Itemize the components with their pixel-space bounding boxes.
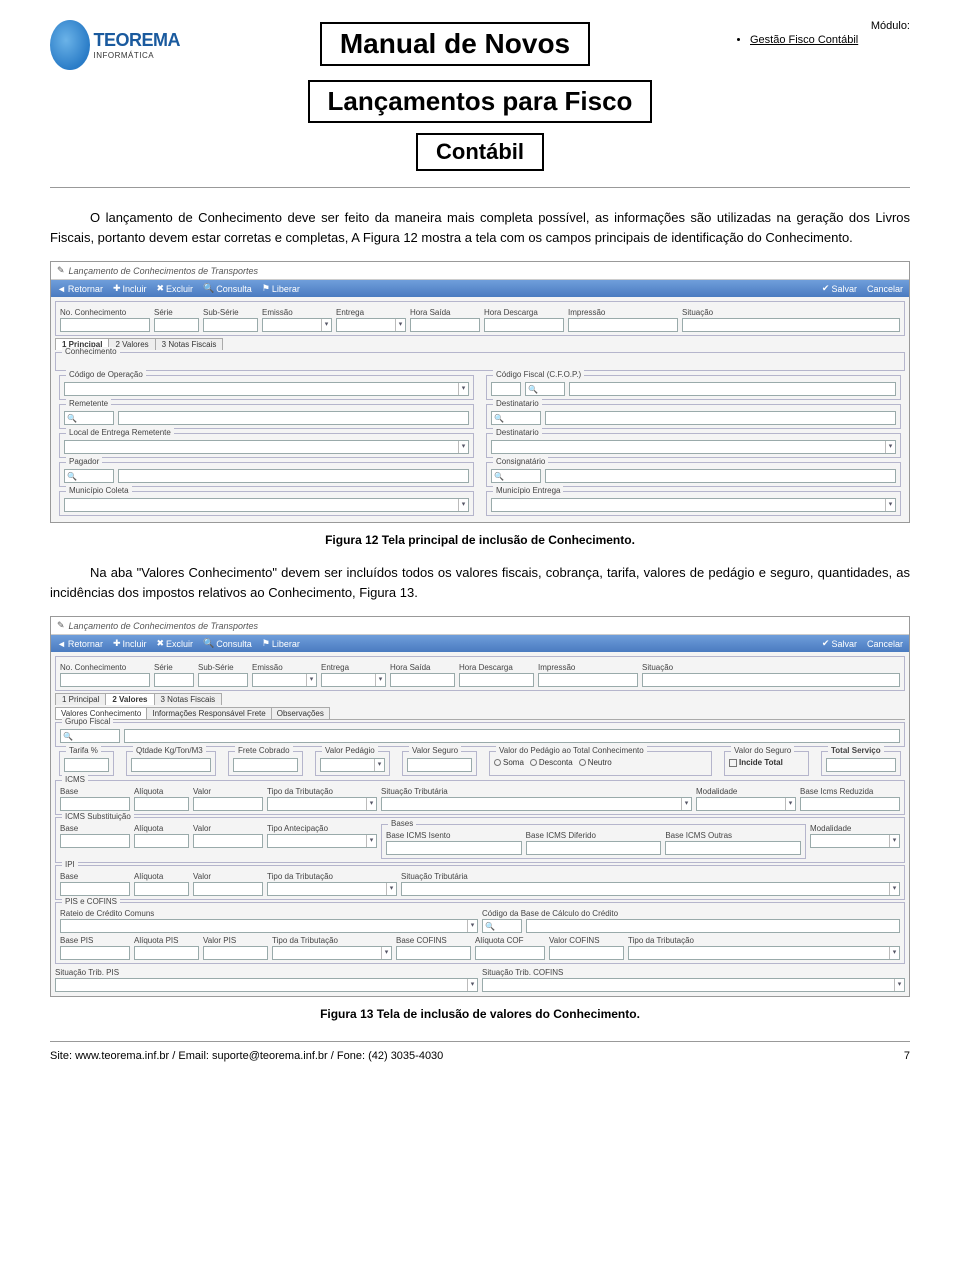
emissao-input[interactable]: ▾ xyxy=(262,318,332,332)
title-line1: Manual de Novos xyxy=(320,22,590,66)
logo-brand: TEOREMA xyxy=(94,30,181,51)
incluir-button[interactable]: ✚ Incluir xyxy=(113,283,147,294)
module-item: Gestão Fisco Contábil xyxy=(750,34,910,46)
footer-text: Site: www.teorema.inf.br / Email: suport… xyxy=(50,1050,443,1062)
destinatario2-input[interactable]: ▾ xyxy=(491,440,896,454)
hora-descarga-input[interactable] xyxy=(484,318,564,332)
window-titlebar: ✎ Lançamento de Conhecimentos de Transpo… xyxy=(51,262,909,280)
hora-saida-input[interactable] xyxy=(410,318,480,332)
situacao-input[interactable] xyxy=(682,318,900,332)
cancelar-button[interactable]: Cancelar xyxy=(867,638,903,649)
radio-neutro[interactable]: Neutro xyxy=(579,758,612,767)
entrega-input[interactable]: ▾ xyxy=(336,318,406,332)
cancelar-button[interactable]: Cancelar xyxy=(867,283,903,294)
figure-13-screenshot: ✎Lançamento de Conhecimentos de Transpor… xyxy=(50,616,910,997)
liberar-button[interactable]: ⚑ Liberar xyxy=(262,283,300,294)
title-line3: Contábil xyxy=(416,133,544,171)
title-line2: Lançamentos para Fisco xyxy=(308,80,653,123)
radio-desconta[interactable]: Desconta xyxy=(530,758,573,767)
subtab-observacoes[interactable]: Observações xyxy=(271,707,330,719)
module-box: Módulo: Gestão Fisco Contábil xyxy=(730,20,910,46)
paragraph-2: Na aba "Valores Conhecimento" devem ser … xyxy=(50,563,910,602)
tab-principal[interactable]: 1 Principal xyxy=(55,693,106,705)
excluir-button[interactable]: ✖ Excluir xyxy=(157,283,194,294)
title-group: Manual de Novos xyxy=(200,20,710,68)
subtab-info-responsavel[interactable]: Informações Responsável Frete xyxy=(146,707,271,719)
module-label: Módulo: xyxy=(730,20,910,32)
incluir-button[interactable]: ✚ Incluir xyxy=(113,638,147,649)
page-number: 7 xyxy=(904,1050,910,1062)
figure-13-caption: Figura 13 Tela de inclusão de valores do… xyxy=(50,1007,910,1021)
codigo-operacao-input[interactable]: ▾ xyxy=(64,382,469,396)
figure-12-screenshot: ✎ Lançamento de Conhecimentos de Transpo… xyxy=(50,261,910,523)
local-entrega-input[interactable]: ▾ xyxy=(64,440,469,454)
tab-valores[interactable]: 2 Valores xyxy=(105,693,154,705)
sit-trib-cofins-input[interactable]: ▾ xyxy=(482,978,905,992)
pen-icon: ✎ xyxy=(57,265,65,276)
salvar-button[interactable]: ✔ Salvar xyxy=(822,638,857,649)
consulta-button[interactable]: 🔍 Consulta xyxy=(203,638,252,649)
logo-subtitle: INFORMÁTICA xyxy=(94,51,181,60)
paragraph-1: O lançamento de Conhecimento deve ser fe… xyxy=(50,208,910,247)
retornar-button[interactable]: ◄ Retornar xyxy=(57,638,103,649)
excluir-button[interactable]: ✖ Excluir xyxy=(157,638,194,649)
radio-soma[interactable]: Soma xyxy=(494,758,524,767)
no-conhecimento-input[interactable] xyxy=(60,318,150,332)
page-header: TEOREMA INFORMÁTICA Manual de Novos Módu… xyxy=(50,20,910,70)
logo: TEOREMA INFORMÁTICA xyxy=(50,20,180,70)
check-incide-total[interactable]: Incide Total xyxy=(729,758,783,767)
serie-input[interactable] xyxy=(154,318,199,332)
retornar-button[interactable]: ◄ Retornar xyxy=(57,283,103,294)
window-title: Lançamento de Conhecimentos de Transport… xyxy=(69,266,258,276)
tab-notas-fiscais[interactable]: 3 Notas Fiscais xyxy=(154,693,223,705)
impressao-input[interactable] xyxy=(568,318,678,332)
tab-notas-fiscais[interactable]: 3 Notas Fiscais xyxy=(155,338,224,350)
municipio-entrega-input[interactable]: ▾ xyxy=(491,498,896,512)
figure-12-caption: Figura 12 Tela principal de inclusão de … xyxy=(50,533,910,547)
pen-icon: ✎ xyxy=(57,620,65,631)
header-separator xyxy=(50,187,910,188)
sit-trib-pis-input[interactable]: ▾ xyxy=(55,978,478,992)
toolbar: ◄ Retornar ✚ Incluir ✖ Excluir 🔍 Consult… xyxy=(51,280,909,297)
liberar-button[interactable]: ⚑ Liberar xyxy=(262,638,300,649)
consulta-button[interactable]: 🔍 Consulta xyxy=(203,283,252,294)
municipio-coleta-input[interactable]: ▾ xyxy=(64,498,469,512)
subserie-input[interactable] xyxy=(203,318,258,332)
salvar-button[interactable]: ✔ Salvar xyxy=(822,283,857,294)
page-footer: Site: www.teorema.inf.br / Email: suport… xyxy=(50,1041,910,1062)
